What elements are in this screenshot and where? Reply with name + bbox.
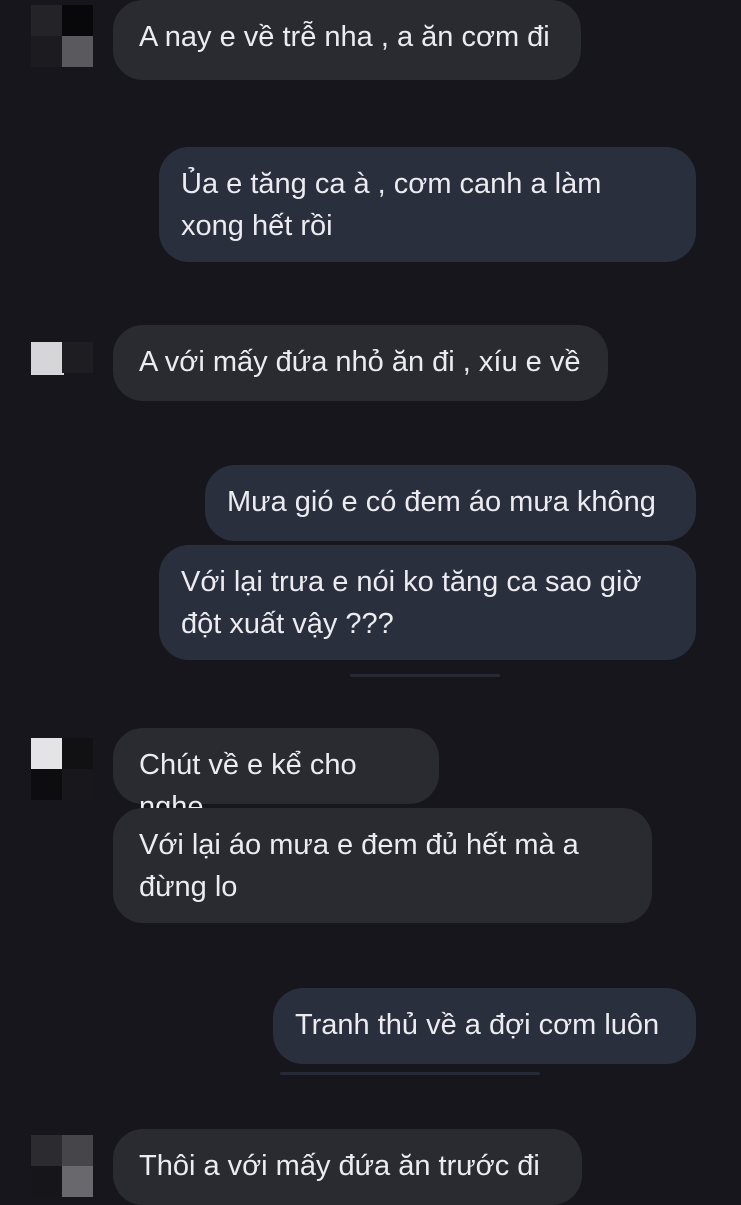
contact-avatar-icon[interactable] bbox=[31, 738, 93, 800]
message-incoming[interactable]: A nay e về trễ nha , a ăn cơm đi bbox=[113, 0, 581, 80]
contact-avatar-icon[interactable] bbox=[31, 342, 93, 404]
contact-avatar-icon[interactable] bbox=[31, 1135, 93, 1197]
chat-thread[interactable]: A nay e về trễ nha , a ăn cơm đi Ủa e tă… bbox=[0, 0, 741, 1205]
divider bbox=[280, 1072, 540, 1075]
message-outgoing[interactable]: Ủa e tăng ca à , cơm canh a làm xong hết… bbox=[159, 147, 696, 262]
message-incoming[interactable]: A với mấy đứa nhỏ ăn đi , xíu e về bbox=[113, 325, 608, 401]
message-incoming[interactable]: Thôi a với mấy đứa ăn trước đi bbox=[113, 1129, 582, 1205]
message-incoming[interactable]: Với lại áo mưa e đem đủ hết mà a đừng lo bbox=[113, 808, 652, 923]
contact-avatar-icon[interactable] bbox=[31, 5, 93, 67]
message-outgoing[interactable]: Mưa gió e có đem áo mưa không bbox=[205, 465, 696, 541]
message-outgoing[interactable]: Tranh thủ về a đợi cơm luôn bbox=[273, 988, 696, 1064]
divider bbox=[350, 674, 500, 677]
message-incoming[interactable]: Chút về e kể cho nghe bbox=[113, 728, 439, 823]
message-outgoing[interactable]: Với lại trưa e nói ko tăng ca sao giờ độ… bbox=[159, 545, 696, 660]
